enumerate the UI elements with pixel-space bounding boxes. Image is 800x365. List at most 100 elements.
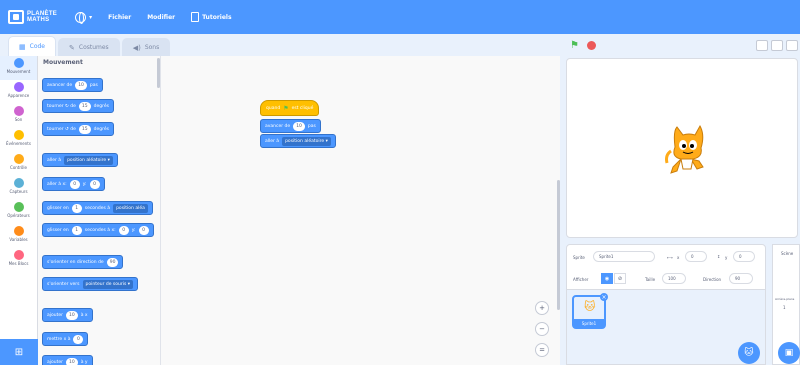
target-dropdown[interactable]: position aléatoire ▾ [282,136,331,146]
category-sensing[interactable]: Capteurs [0,176,37,200]
small-stage-button[interactable] [756,40,768,51]
target-dropdown[interactable]: position aléatoire ▾ [64,155,113,165]
size-input[interactable]: 100 [662,273,686,284]
block-glide-to-xy[interactable]: glisser en 1 secondes à x: 0 y: 0 [42,223,154,237]
editor-tabs: ▦ Code ✎ Costumes ◀) Sons [0,34,560,56]
fullscreen-button[interactable] [786,40,798,51]
language-menu[interactable]: ▾ [75,11,92,24]
zoom-reset-button[interactable]: = [535,343,549,357]
seconds-input[interactable]: 1 [71,203,82,213]
x-input[interactable]: 0 [118,225,129,235]
number-input[interactable]: 10 [293,121,305,131]
zoom-out-icon: − [539,325,545,333]
choose-sprite-button[interactable]: 🐱 [738,342,760,364]
category-dot [13,202,24,212]
number-input[interactable]: 10 [66,310,78,320]
green-flag-button[interactable]: ⚑ [570,40,579,51]
category-my-blocks[interactable]: Mes Blocs [0,248,37,272]
block-set-x[interactable]: mettre x à 0 [42,332,89,346]
block-turn-left[interactable]: tourner ↺ de 15 degrés [42,122,114,136]
edit-menu[interactable]: Modifier [147,14,175,21]
block-move-steps[interactable]: avancer de 10 pas [42,78,103,92]
palette-title: Mouvement [43,59,83,66]
file-menu[interactable]: Fichier [108,14,131,21]
block-palette: Mouvement avancer de 10 pas tourner ↻ de… [38,56,160,365]
green-flag-icon: ⚑ [283,104,289,112]
seconds-input[interactable]: 1 [71,225,82,235]
target-dropdown[interactable]: position aléa [113,203,148,213]
y-input[interactable]: 0 [138,225,149,235]
show-label: Afficher [573,277,589,282]
tutorials-icon [191,12,200,22]
zoom-out-button[interactable]: − [535,322,549,336]
show-sprite-button[interactable]: ◉ [601,273,613,284]
stage-canvas[interactable] [566,58,798,238]
app-logo[interactable]: PLANÈTE MATHS [8,10,57,24]
backdrops-count: 1 [783,305,786,310]
eye-icon: ◉ [604,275,610,282]
number-input[interactable]: 15 [78,101,91,111]
normal-stage-button[interactable] [771,40,783,51]
script-area[interactable]: quand ⚑ est cliqué avancer de 10 pas all… [160,56,560,365]
choose-backdrop-button[interactable]: ▣ [778,342,800,364]
number-input[interactable]: 0 [73,334,84,344]
block-go-to[interactable]: aller à position aléatoire ▾ [42,153,118,167]
tab-costumes[interactable]: ✎ Costumes [58,38,120,56]
globe-icon [75,11,87,24]
block-change-y[interactable]: ajouter 10 à y [42,355,93,365]
when-flag-clicked-block[interactable]: quand ⚑ est cliqué [260,100,320,116]
x-arrows-icon: ⟷ [667,255,673,260]
number-input[interactable]: 10 [66,357,78,365]
category-motion[interactable]: Mouvement [0,56,37,80]
direction-input[interactable]: 90 [106,257,119,267]
category-looks[interactable]: Apparence [0,80,37,104]
x-position-input[interactable]: 0 [685,251,707,262]
category-variables[interactable]: Variables [0,224,37,248]
zoom-reset-icon: = [539,346,545,354]
block-turn-right[interactable]: tourner ↻ de 15 degrés [42,99,114,113]
tutorials-label: Tutoriels [202,13,232,21]
y-position-input[interactable]: 0 [733,251,755,262]
image-plus-icon: ▣ [784,348,794,358]
delete-sprite-button[interactable]: × [600,293,608,301]
category-operators[interactable]: Opérateurs [0,200,37,224]
sprite-name-label: Sprite [573,255,585,260]
number-input[interactable]: 15 [78,124,91,134]
x-input[interactable]: 0 [69,179,80,189]
zoom-in-button[interactable]: + [535,301,549,315]
x-label: x [677,255,680,260]
green-flag-icon: ⚑ [570,40,579,51]
script-go-to-block[interactable]: aller à position aléatoire ▾ [260,134,336,148]
block-glide-to[interactable]: glisser en 1 secondes à position aléa [42,201,153,215]
script-move-steps-block[interactable]: avancer de 10 pas [260,119,321,133]
tab-code[interactable]: ▦ Code [8,36,56,56]
sprite-name-input[interactable]: Sprite1 [593,251,655,262]
stop-button[interactable] [587,41,596,50]
category-events[interactable]: Événements [0,128,37,152]
category-menu: Mouvement Apparence Son Événements Contr… [0,56,38,365]
tutorials-menu[interactable]: Tutoriels [191,12,232,22]
sprite-info-panel: Sprite Sprite1 ⟷ x 0 ↕ y 0 Afficher ◉ ⊘ … [566,244,766,290]
block-point-direction[interactable]: s'orienter en direction de 90 [42,255,124,269]
block-change-x[interactable]: ajouter 10 à x [42,308,93,322]
extension-icon: ⊞ [14,346,24,358]
hide-sprite-button[interactable]: ⊘ [614,273,626,284]
y-input[interactable]: 0 [89,179,100,189]
direction-label: Direction [703,277,722,282]
speaker-icon: ◀) [132,43,141,52]
script-scrollbar[interactable] [557,180,560,310]
category-control[interactable]: Contrôle [0,152,37,176]
block-point-towards[interactable]: s'orienter vers pointeur de souris ▾ [42,277,139,291]
tab-sounds[interactable]: ◀) Sons [121,38,171,56]
cat-sprite-icon[interactable] [663,121,711,181]
target-dropdown[interactable]: pointeur de souris ▾ [82,279,134,289]
block-go-to-xy[interactable]: aller à x: 0 y: 0 [42,177,105,191]
direction-input[interactable]: 90 [729,273,753,284]
category-sound[interactable]: Son [0,104,37,128]
number-input[interactable]: 10 [75,80,87,90]
backdrops-label: Arrière-plans [775,297,795,301]
add-extension-button[interactable]: ⊞ [0,339,38,365]
y-arrows-icon: ↕ [717,254,721,259]
sprite-thumbnail[interactable]: 🐱 Sprite1 × [572,293,608,329]
menu-bar: PLANÈTE MATHS ▾ Fichier Modifier Tutorie… [0,0,800,34]
